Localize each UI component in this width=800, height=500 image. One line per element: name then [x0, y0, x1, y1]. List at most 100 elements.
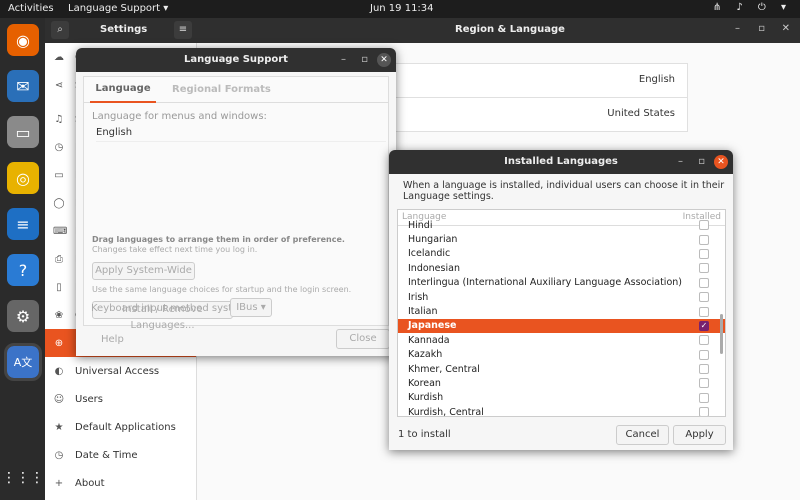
installed-checkbox[interactable] [699, 349, 709, 360]
language-name: Kazakh [408, 349, 443, 361]
installed-checkbox[interactable]: ✓ [699, 320, 709, 331]
sidebar-item[interactable]: ★ Default Applications [45, 413, 196, 441]
activities-button[interactable]: Activities [8, 3, 54, 14]
minimize-icon[interactable]: – [735, 23, 740, 34]
close-icon[interactable]: ✕ [782, 23, 790, 34]
language-name: Kannada [408, 334, 450, 346]
installed-checkbox[interactable] [699, 248, 709, 259]
dialog-title: Language Support [184, 54, 288, 65]
sidebar-item-label: About [75, 477, 105, 489]
sidebar-item[interactable]: + About [45, 469, 196, 497]
language-name: Icelandic [408, 248, 451, 260]
language-table: Language Installed Hindi Hungarian Iceland… [397, 209, 726, 417]
app-menu[interactable]: Language Support ▾ [68, 3, 168, 14]
sidebar-item[interactable]: ☺ Users [45, 385, 196, 413]
language-name: Hungarian [408, 234, 458, 246]
language-name: Kurdish [408, 392, 444, 404]
clock[interactable]: Jun 19 11:34 [370, 3, 434, 14]
language-row[interactable]: Hungarian [398, 232, 725, 246]
system-tray[interactable]: ⋔ ♪ ⏻ ▾ [713, 2, 792, 13]
tab-regional-formats[interactable]: Regional Formats [172, 84, 271, 95]
close-icon[interactable]: ✕ [377, 53, 391, 67]
dialog-title: Installed Languages [504, 156, 618, 167]
menu-icon[interactable]: ≡ [174, 21, 192, 39]
language-row[interactable]: Interlingua (International Auxiliary Lan… [398, 276, 725, 290]
installed-checkbox[interactable] [699, 335, 709, 346]
language-row[interactable]: Kurdish, Central [398, 405, 725, 417]
changes-hint: Changes take effect next time you log in… [92, 245, 258, 254]
language-row[interactable]: Kurdish [398, 391, 725, 405]
language-row[interactable]: Khmer, Central [398, 362, 725, 376]
help-button[interactable]: Help [101, 334, 124, 345]
maximize-icon[interactable]: ▫ [698, 150, 705, 174]
search-icon[interactable]: ⌕ [51, 21, 69, 39]
language-row[interactable]: Kazakh [398, 348, 725, 362]
language-name: Khmer, Central [408, 363, 480, 375]
language-name: Indonesian [408, 262, 460, 274]
language-row[interactable]: Icelandic [398, 247, 725, 261]
maximize-icon[interactable]: ▫ [361, 48, 368, 72]
sidebar-item-icon: ★ [54, 421, 64, 433]
language-row[interactable]: Kannada [398, 333, 725, 347]
dock-files-icon[interactable]: ▭ [7, 116, 39, 148]
dock-settings-icon[interactable]: ⚙ [7, 300, 39, 332]
installed-checkbox[interactable] [699, 220, 709, 231]
drag-hint: Drag languages to arrange them in order … [92, 235, 345, 244]
language-row[interactable]: Italian [398, 304, 725, 318]
sidebar-item[interactable]: ◷ Date & Time [45, 441, 196, 469]
installed-checkbox[interactable] [699, 277, 709, 288]
dock-help-icon[interactable]: ? [7, 254, 39, 286]
installed-checkbox[interactable] [699, 292, 709, 303]
minimize-icon[interactable]: – [341, 48, 346, 72]
close-icon[interactable]: ✕ [714, 155, 728, 169]
installed-languages-dialog: Installed Languages – ▫ ✕ When a languag… [389, 150, 733, 450]
dock-thunderbird-icon[interactable]: ✉ [7, 70, 39, 102]
installed-checkbox[interactable] [699, 378, 709, 389]
language-list-item[interactable]: English [96, 127, 386, 142]
list-label: Language for menus and windows: [92, 111, 267, 122]
show-applications-icon[interactable]: ⋮⋮⋮ [2, 462, 44, 494]
language-row[interactable]: Indonesian [398, 261, 725, 275]
installed-checkbox[interactable] [699, 407, 709, 416]
scrollbar[interactable] [720, 314, 723, 354]
dock-rhythmbox-icon[interactable]: ◎ [7, 162, 39, 194]
sidebar-item-icon: ▯ [56, 281, 62, 293]
sidebar-item-icon: ⌨ [53, 225, 68, 237]
language-row[interactable]: Korean [398, 376, 725, 390]
language-name: Irish [408, 291, 429, 303]
installed-checkbox[interactable] [699, 392, 709, 403]
sidebar-item-icon: ♫ [54, 113, 64, 125]
keyboard-input-select[interactable]: IBus ▾ [230, 298, 272, 317]
apply-system-wide-button[interactable]: Apply System-Wide [92, 262, 195, 280]
installed-checkbox[interactable] [699, 234, 709, 245]
installed-checkbox[interactable] [699, 263, 709, 274]
language-row[interactable]: Hindi [398, 218, 725, 232]
language-name: Kurdish, Central [408, 406, 484, 417]
language-name: Hindi [408, 219, 433, 231]
keyboard-input-label: Keyboard input method system: [91, 303, 252, 314]
settings-header: ⌕ Settings ≡ Region & Language – ▫ ✕ [45, 18, 800, 43]
installed-checkbox[interactable] [699, 306, 709, 317]
language-name: Italian [408, 306, 438, 318]
sidebar-item-label: Date & Time [75, 449, 138, 461]
cancel-button[interactable]: Cancel [616, 425, 669, 445]
language-name: Japanese [408, 320, 457, 332]
language-row[interactable]: Irish [398, 290, 725, 304]
sidebar-item[interactable]: ◐ Universal Access [45, 357, 196, 385]
maximize-icon[interactable]: ▫ [758, 23, 765, 34]
apply-button[interactable]: Apply [673, 425, 726, 445]
dock-libreoffice-writer-icon[interactable]: ≡ [7, 208, 39, 240]
dock-language-support-icon[interactable]: A文 [4, 343, 42, 381]
sidebar-item-icon: ⊕ [54, 337, 64, 349]
tab-language[interactable]: Language [90, 77, 156, 103]
formats-value: United States [607, 108, 675, 119]
settings-title: Settings [100, 24, 148, 35]
language-row[interactable]: Japanese ✓ [398, 318, 725, 334]
sidebar-item-icon: ◷ [54, 141, 64, 153]
dock-firefox-icon[interactable]: ◉ [7, 24, 39, 56]
language-name: Korean [408, 377, 441, 389]
installed-checkbox[interactable] [699, 364, 709, 375]
sidebar-item-label: Users [75, 393, 104, 405]
close-button[interactable]: Close [336, 329, 390, 349]
minimize-icon[interactable]: – [678, 150, 683, 174]
